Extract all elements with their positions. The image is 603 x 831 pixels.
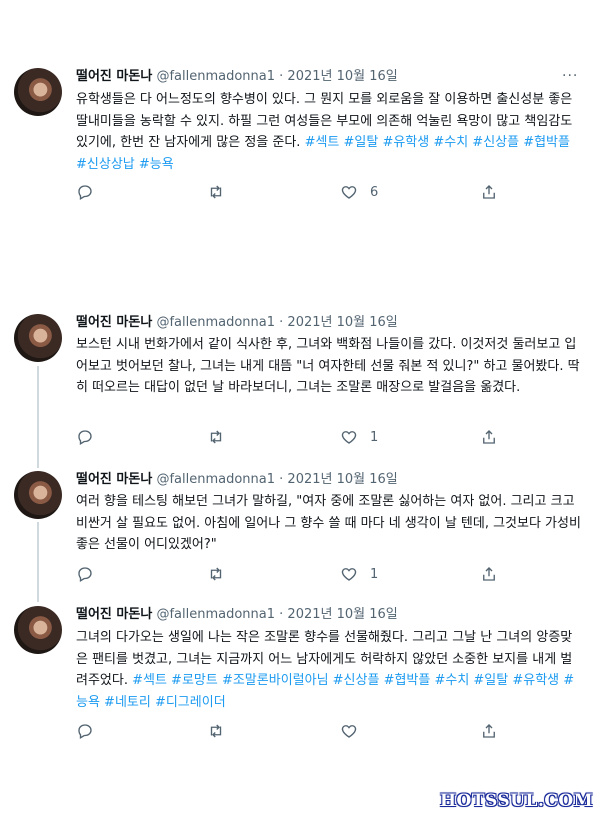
hashtags[interactable]: #섹트 #로망트 #조말론바이럴아님 #신상플 #협박플 #수치 #일탈 #유학… bbox=[76, 673, 574, 710]
separator-dot: · bbox=[279, 315, 284, 330]
reply-button[interactable] bbox=[76, 428, 106, 446]
reply-button[interactable] bbox=[76, 722, 106, 740]
reply-icon bbox=[78, 430, 92, 445]
tweet-text: 여러 향을 테스팅 해보던 그녀가 말하길, "여자 중에 조말론 싫어하는 여… bbox=[76, 491, 581, 556]
action-bar: 1 bbox=[76, 565, 556, 585]
share-icon bbox=[483, 567, 495, 581]
action-bar: 1 bbox=[76, 428, 556, 448]
reply-icon bbox=[78, 185, 92, 200]
tweet-date[interactable]: 2021년 10월 16일 bbox=[287, 472, 397, 487]
action-bar bbox=[76, 722, 556, 742]
display-name[interactable]: 떨어진 마돈나 bbox=[76, 315, 152, 330]
reply-button[interactable] bbox=[76, 565, 106, 583]
heart-icon bbox=[341, 186, 357, 199]
display-name[interactable]: 떨어진 마돈나 bbox=[76, 607, 152, 622]
site-watermark: HOTSSUL.COM bbox=[440, 791, 594, 811]
thread-connector bbox=[37, 522, 39, 602]
heart-icon bbox=[341, 568, 357, 581]
like-count: 6 bbox=[370, 184, 379, 200]
retweet-button[interactable] bbox=[207, 565, 237, 583]
retweet-icon bbox=[210, 567, 222, 581]
retweet-button[interactable] bbox=[207, 428, 237, 446]
username[interactable]: @fallenmadonna1 bbox=[156, 315, 275, 330]
share-icon bbox=[483, 724, 495, 738]
tweet-header: 떨어진 마돈나 @fallenmadonna1 · 2021년 10월 16일 bbox=[76, 314, 398, 332]
share-button[interactable] bbox=[480, 183, 498, 201]
tweet-body: 보스턴 시내 번화가에서 같이 식사한 후, 그녀와 백화점 나들이를 갔다. … bbox=[76, 337, 580, 395]
retweet-button[interactable] bbox=[207, 722, 237, 740]
tweet-header: 떨어진 마돈나 @fallenmadonna1 · 2021년 10월 16일 bbox=[76, 68, 398, 86]
avatar[interactable] bbox=[14, 314, 62, 362]
reply-icon bbox=[78, 724, 92, 739]
tweet-text: 그녀의 다가오는 생일에 나는 작은 조말론 향수를 선물해줬다. 그리고 그날… bbox=[76, 627, 581, 713]
like-button[interactable]: 1 bbox=[340, 565, 378, 583]
tweet-text: 유학생들은 다 어느정도의 향수병이 있다. 그 뭔지 모를 외로움을 잘 이용… bbox=[76, 89, 581, 175]
share-button[interactable] bbox=[480, 565, 498, 583]
tweet-date[interactable]: 2021년 10월 16일 bbox=[287, 315, 397, 330]
reply-icon bbox=[78, 567, 92, 582]
more-options-icon[interactable]: ··· bbox=[562, 68, 578, 84]
username[interactable]: @fallenmadonna1 bbox=[156, 607, 275, 622]
like-button[interactable]: 1 bbox=[340, 428, 378, 446]
share-icon bbox=[483, 185, 495, 199]
tweet-header: 떨어진 마돈나 @fallenmadonna1 · 2021년 10월 16일 bbox=[76, 471, 398, 489]
tweet-body: 여러 향을 테스팅 해보던 그녀가 말하길, "여자 중에 조말론 싫어하는 여… bbox=[76, 494, 581, 552]
separator-dot: · bbox=[279, 472, 284, 487]
share-button[interactable] bbox=[480, 722, 498, 740]
avatar[interactable] bbox=[14, 471, 62, 519]
retweet-button[interactable] bbox=[207, 183, 237, 201]
retweet-icon bbox=[210, 185, 222, 199]
tweet-date[interactable]: 2021년 10월 16일 bbox=[287, 69, 397, 84]
share-button[interactable] bbox=[480, 428, 498, 446]
heart-icon bbox=[341, 431, 357, 444]
avatar[interactable] bbox=[14, 68, 62, 116]
share-icon bbox=[483, 430, 495, 444]
like-count: 1 bbox=[370, 429, 379, 445]
thread-connector bbox=[37, 366, 39, 468]
action-bar: 6 bbox=[76, 183, 556, 203]
display-name[interactable]: 떨어진 마돈나 bbox=[76, 69, 152, 84]
like-button[interactable] bbox=[340, 722, 370, 740]
display-name[interactable]: 떨어진 마돈나 bbox=[76, 472, 152, 487]
like-button[interactable]: 6 bbox=[340, 183, 378, 201]
reply-button[interactable] bbox=[76, 183, 106, 201]
tweet-header: 떨어진 마돈나 @fallenmadonna1 · 2021년 10월 16일 bbox=[76, 606, 398, 624]
heart-icon bbox=[341, 725, 357, 738]
separator-dot: · bbox=[279, 69, 284, 84]
tweet-text: 보스턴 시내 번화가에서 같이 식사한 후, 그녀와 백화점 나들이를 갔다. … bbox=[76, 334, 581, 399]
separator-dot: · bbox=[279, 607, 284, 622]
username[interactable]: @fallenmadonna1 bbox=[156, 69, 275, 84]
tweet-date[interactable]: 2021년 10월 16일 bbox=[287, 607, 397, 622]
retweet-icon bbox=[210, 430, 222, 444]
username[interactable]: @fallenmadonna1 bbox=[156, 472, 275, 487]
avatar[interactable] bbox=[14, 606, 62, 654]
like-count: 1 bbox=[370, 566, 379, 582]
retweet-icon bbox=[210, 724, 222, 738]
